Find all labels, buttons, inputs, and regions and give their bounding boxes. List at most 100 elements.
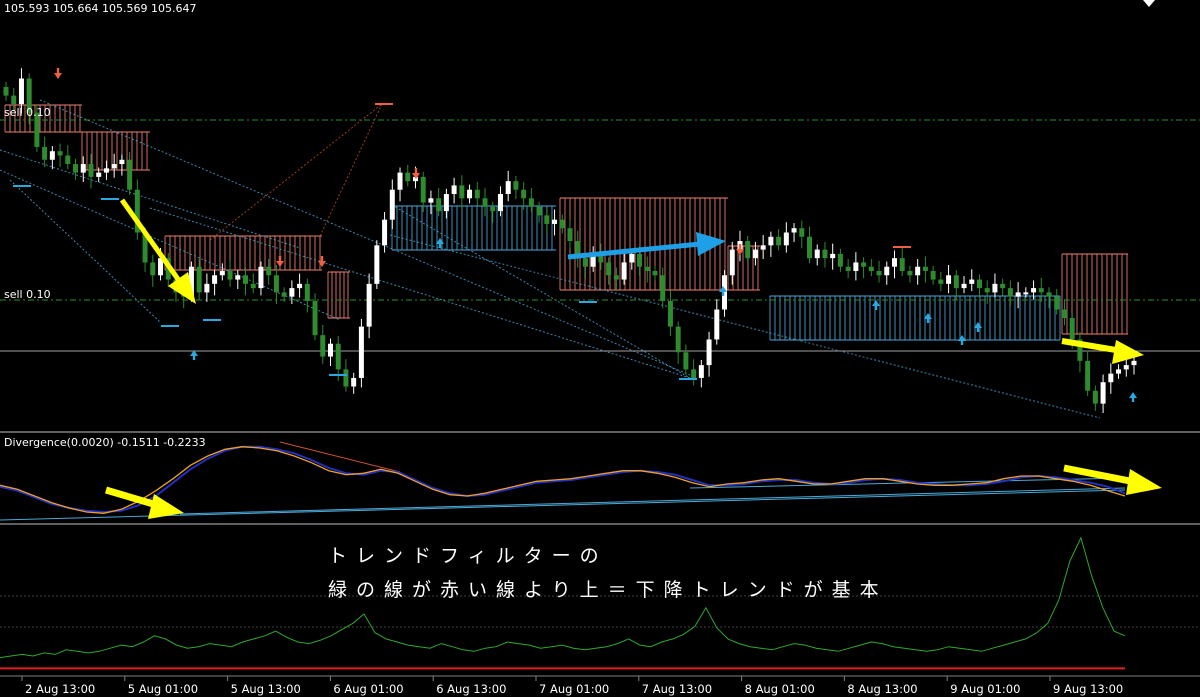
candle-body [150, 262, 156, 276]
annotation-line-1: トレンドフィルターの [328, 545, 608, 567]
candle-body [652, 271, 658, 276]
candle-body [273, 275, 279, 293]
candle-body [289, 288, 295, 297]
candle-body [915, 266, 921, 276]
candle-body [451, 185, 457, 194]
candle-body [459, 185, 465, 199]
candle-body [752, 249, 758, 259]
x-tick-label: 7 Aug 13:00 [642, 682, 712, 696]
x-tick-label: 9 Aug 13:00 [1053, 682, 1123, 696]
sell-level-label-1: sell 0.10 [4, 106, 51, 119]
candle-body [420, 176, 426, 203]
candle-body [219, 271, 225, 276]
candle-body [1061, 309, 1067, 319]
candle-body [567, 228, 573, 242]
candle-body [1023, 292, 1029, 295]
candle-body [992, 283, 998, 293]
candle-body [88, 164, 94, 177]
candle-body [80, 164, 86, 173]
candle-body [11, 95, 17, 105]
candle-body [837, 253, 843, 267]
candle-body [3, 87, 9, 96]
candle-body [760, 245, 766, 250]
candle-body [1116, 369, 1122, 374]
candle-body [938, 279, 944, 284]
candle-body [683, 352, 689, 370]
candle-body [327, 343, 333, 357]
candle-body [521, 189, 527, 199]
candle-body [1031, 288, 1037, 293]
candle-body [297, 283, 303, 289]
candle-body [791, 228, 797, 233]
arrow-stem [738, 244, 742, 249]
candle-body [320, 335, 326, 357]
candle-body [544, 215, 550, 224]
candle-body [946, 275, 952, 284]
candle-body [706, 339, 712, 366]
candle-body [235, 275, 241, 280]
candle-body [513, 181, 519, 190]
candle-body [266, 266, 272, 276]
candle-body [389, 189, 395, 220]
candle-body [552, 219, 558, 224]
candle-body [536, 206, 542, 216]
candle-body [953, 275, 959, 289]
candle-body [312, 300, 318, 336]
candle-body [204, 283, 210, 293]
candle-body [768, 236, 774, 246]
candle-body [304, 283, 310, 301]
candle-body [374, 245, 380, 284]
candle-body [127, 159, 133, 190]
candle-body [474, 189, 480, 199]
candle-body [505, 181, 511, 194]
candle-body [868, 266, 874, 271]
candle-body [65, 155, 71, 165]
candle-body [729, 249, 735, 276]
candle-body [243, 275, 249, 284]
candle-body [714, 309, 720, 340]
candle-body [405, 172, 411, 182]
x-tick-label: 8 Aug 01:00 [745, 682, 815, 696]
candle-body [1015, 292, 1021, 297]
candle-body [250, 283, 256, 289]
candle-body [96, 172, 102, 177]
candle-body [1046, 292, 1052, 297]
candle-body [559, 219, 565, 229]
arrow-stem [721, 291, 725, 296]
candle-body [335, 343, 341, 370]
candle-body [443, 194, 449, 212]
candle-body [119, 159, 125, 165]
x-tick-label: 5 Aug 01:00 [128, 682, 198, 696]
candle-body [1131, 360, 1137, 366]
candle-body [969, 279, 975, 284]
annotation-line-2: 緑の線が赤い線より上＝下降トレンドが基本 [328, 579, 888, 601]
arrow-stem [438, 243, 442, 248]
candle-body [606, 262, 612, 276]
x-tick-label: 7 Aug 01:00 [539, 682, 609, 696]
candle-body [258, 266, 264, 289]
candle-body [497, 194, 503, 212]
candle-body [1069, 318, 1075, 340]
arrow-stem [56, 68, 60, 73]
candle-body [42, 146, 48, 160]
trading-chart[interactable]: sell 0.10 sell 0.10 105.593 105.664 105.… [0, 0, 1200, 697]
candle-body [281, 292, 287, 297]
x-tick-label: 9 Aug 01:00 [950, 682, 1020, 696]
candle-body [922, 266, 928, 271]
candle-body [366, 283, 372, 327]
candle-body [691, 369, 697, 378]
x-tick-label: 6 Aug 01:00 [333, 682, 403, 696]
candle-body [1092, 390, 1098, 404]
candle-body [644, 266, 650, 271]
candle-body [884, 266, 890, 276]
candle-body [227, 271, 233, 280]
candle-body [861, 262, 867, 267]
candle-body [196, 266, 202, 293]
candle-body [845, 266, 851, 271]
x-tick-label: 8 Aug 13:00 [847, 682, 917, 696]
candle-body [103, 168, 109, 173]
candle-body [783, 232, 789, 246]
sell-level-label-2: sell 0.10 [4, 288, 51, 301]
arrow-stem [278, 256, 282, 261]
candle-body [582, 258, 588, 267]
